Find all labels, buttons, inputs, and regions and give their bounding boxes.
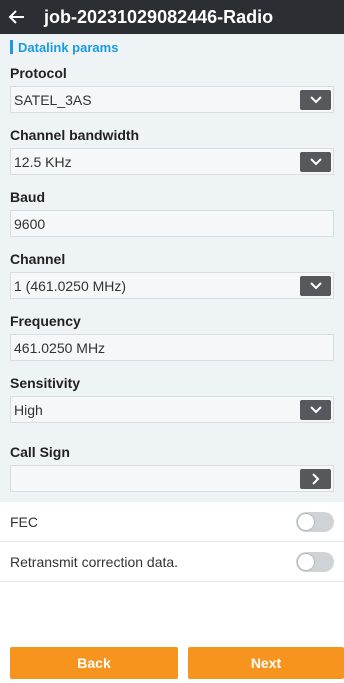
- section-header: Datalink params: [0, 34, 344, 60]
- sensitivity-value: High: [14, 401, 43, 418]
- chevron-down-icon[interactable]: [300, 89, 331, 110]
- bandwidth-select[interactable]: 12.5 KHz: [10, 148, 334, 175]
- top-bar: job-20231029082446-Radio: [0, 0, 344, 34]
- section-accent-bar: [10, 40, 13, 54]
- fec-label: FEC: [10, 513, 38, 530]
- bandwidth-field: Channel bandwidth 12.5 KHz: [0, 122, 344, 184]
- section-title: Datalink params: [18, 39, 119, 55]
- page-title: job-20231029082446-Radio: [44, 6, 274, 27]
- callsign-label: Call Sign: [10, 444, 70, 460]
- chevron-down-icon[interactable]: [300, 151, 331, 172]
- frequency-label: Frequency: [10, 313, 81, 329]
- baud-input: 9600: [10, 210, 334, 237]
- callsign-field: Call Sign: [0, 435, 344, 502]
- toggle-knob: [297, 512, 315, 531]
- toggle-knob: [297, 552, 315, 571]
- sensitivity-select[interactable]: High: [10, 396, 334, 423]
- retransmit-row: Retransmit correction data.: [0, 542, 344, 582]
- channel-label: Channel: [10, 251, 66, 267]
- bandwidth-value: 12.5 KHz: [14, 153, 72, 170]
- baud-value: 9600: [14, 215, 46, 232]
- fec-toggle[interactable]: [296, 511, 334, 532]
- sensitivity-label: Sensitivity: [10, 375, 81, 391]
- settings-form: Datalink params Protocol SATEL_3AS Chann…: [0, 34, 344, 612]
- fec-row: FEC: [0, 502, 344, 542]
- protocol-select[interactable]: SATEL_3AS: [10, 86, 334, 113]
- channel-value: 1 (461.0250 MHz): [14, 277, 127, 294]
- retransmit-label: Retransmit correction data.: [10, 553, 179, 570]
- sensitivity-field: Sensitivity High: [0, 370, 344, 435]
- frequency-input: 461.0250 MHz: [10, 334, 334, 361]
- frequency-field: Frequency 461.0250 MHz: [0, 308, 344, 370]
- chevron-down-icon[interactable]: [300, 399, 331, 420]
- baud-field: Baud 9600: [0, 184, 344, 246]
- chevron-right-icon[interactable]: [300, 468, 331, 489]
- bandwidth-label: Channel bandwidth: [10, 127, 140, 143]
- back-button[interactable]: Back: [10, 647, 178, 679]
- protocol-label: Protocol: [10, 65, 67, 81]
- back-arrow-icon[interactable]: [0, 0, 34, 34]
- chevron-down-icon[interactable]: [300, 275, 331, 296]
- protocol-value: SATEL_3AS: [14, 91, 92, 108]
- protocol-field: Protocol SATEL_3AS: [0, 60, 344, 122]
- retransmit-toggle[interactable]: [296, 551, 334, 572]
- next-button[interactable]: Next: [188, 647, 344, 679]
- bottom-bar: Back Next: [0, 612, 344, 683]
- channel-select[interactable]: 1 (461.0250 MHz): [10, 272, 334, 299]
- frequency-value: 461.0250 MHz: [14, 339, 106, 356]
- callsign-input[interactable]: [10, 465, 334, 492]
- baud-label: Baud: [10, 189, 45, 205]
- channel-field: Channel 1 (461.0250 MHz): [0, 246, 344, 308]
